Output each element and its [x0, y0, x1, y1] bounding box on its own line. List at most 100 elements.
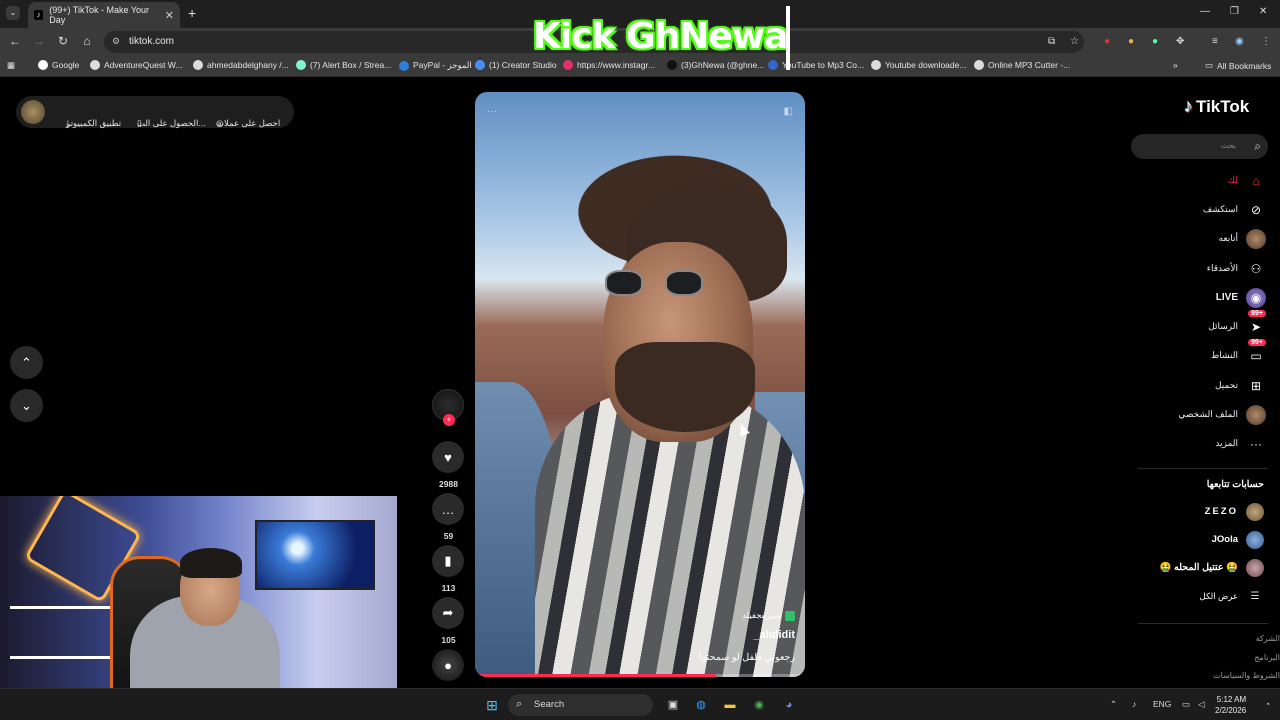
new-tab-button[interactable]: +	[188, 5, 196, 21]
video-progress-bar[interactable]	[475, 674, 805, 677]
follow-plus-icon[interactable]: +	[443, 414, 455, 426]
save-action[interactable]: ▮ 113	[432, 545, 465, 593]
sidebar-item-messages[interactable]: الرسائل ➤ 99+	[1140, 310, 1268, 338]
all-bookmarks[interactable]: ▭ All Bookmarks	[1205, 60, 1271, 71]
language-indicator[interactable]: ENG	[1153, 699, 1171, 709]
bookmark-alert-box[interactable]: (7) Alert Box / Strea...	[296, 60, 391, 70]
sidebar-divider	[1138, 468, 1268, 469]
sidebar-item-explore[interactable]: استكشف ⊘	[1140, 199, 1268, 221]
previous-video-button[interactable]: ⌃	[10, 346, 43, 379]
sidebar-item-friends[interactable]: الأصدقاء ⚇	[1140, 258, 1268, 280]
sidebar-item-activity[interactable]: النشاط ▭ 99+	[1140, 339, 1268, 367]
following-account-zezo[interactable]: ZEZO	[1140, 501, 1268, 523]
sidebar-item-upload[interactable]: تحميل ⊞	[1140, 375, 1268, 397]
bookmark-youtube-mp3[interactable]: YouTube to Mp3 Co...	[768, 60, 864, 70]
comment-action[interactable]: … 59	[432, 493, 465, 541]
extension-yellow-icon[interactable]: ●	[1128, 36, 1134, 47]
file-explorer-icon[interactable]: ▬	[721, 696, 739, 714]
music-disc[interactable]: ●	[432, 649, 465, 681]
extension-green-icon[interactable]: ●	[1152, 36, 1158, 47]
edge-icon[interactable]: ◍	[692, 696, 710, 714]
microphone-icon[interactable]: ♪	[1132, 699, 1136, 709]
footer-link-program[interactable]: البرنامج	[1254, 653, 1280, 662]
sidebar-item-more[interactable]: المزيد ···	[1140, 433, 1268, 455]
bookmark-instagram[interactable]: https://www.instagr...	[563, 60, 655, 70]
more-bookmarks-icon[interactable]: »	[1173, 60, 1178, 70]
video-player[interactable]: ··· ◧ سبرينجفيلد _alididit رجعوني طفل لو…	[475, 92, 805, 677]
bookmark-ahmedabdelghany[interactable]: ahmedabdelghany /...	[193, 60, 289, 70]
taskbar-search[interactable]: ⌕ Search	[508, 694, 653, 716]
following-account-3[interactable]: 🤮 عتتيل المحله 🤮	[1140, 557, 1268, 579]
minimize-icon[interactable]: —	[1200, 6, 1210, 17]
home-icon[interactable]: ⌂	[79, 34, 95, 48]
forward-icon[interactable]: →	[31, 34, 47, 48]
activity-badge: 99+	[1248, 339, 1266, 346]
share-icon[interactable]: ➦	[432, 597, 464, 629]
network-icon[interactable]: ▭	[1182, 699, 1190, 710]
sidebar-item-for-you[interactable]: لك ⌂	[1140, 170, 1268, 192]
video-more-icon[interactable]: ···	[487, 106, 497, 117]
bookmark-paypal[interactable]: PayPal - الموجز	[399, 60, 472, 71]
bookmark-ghnewa[interactable]: (3)GhNewa (@ghne...	[667, 60, 764, 70]
close-tab-icon[interactable]: ✕	[165, 9, 174, 22]
restore-icon[interactable]: ❐	[1230, 6, 1239, 17]
bookmark-creator-studio[interactable]: (1) Creator Studio	[475, 60, 557, 70]
media-controls-icon[interactable]: ≡	[1212, 36, 1218, 47]
video-progress-fill	[475, 674, 716, 677]
sidebar-item-following[interactable]: أتابعه	[1140, 228, 1268, 250]
music-disc-icon[interactable]: ●	[432, 649, 464, 681]
user-avatar[interactable]	[21, 100, 45, 124]
install-app-icon[interactable]: ⧉	[1048, 36, 1055, 47]
like-action[interactable]: ♥ 2988	[432, 441, 465, 489]
reload-icon[interactable]: ↻	[55, 34, 71, 48]
bookmark-mp3-cutter[interactable]: Online MP3 Cutter -...	[974, 60, 1070, 70]
following-accounts-title: حسابات تتابعها	[1206, 479, 1264, 490]
site-info-icon[interactable]: ⚙	[112, 36, 120, 47]
chrome-icon[interactable]: ◉	[750, 696, 768, 714]
search-input[interactable]: بحث ⌕	[1131, 134, 1268, 159]
globe-icon	[871, 60, 881, 70]
sidebar-item-profile[interactable]: الملف الشخصي	[1140, 404, 1268, 426]
extensions-puzzle-icon[interactable]: ✥	[1176, 36, 1184, 47]
creator-avatar[interactable]: +	[432, 389, 464, 426]
comment-icon[interactable]: …	[432, 493, 464, 525]
see-all-link[interactable]: عرض الكل ☰	[1140, 586, 1268, 608]
tray-overflow-icon[interactable]: ⌃	[1110, 699, 1117, 710]
location-icon	[785, 610, 795, 621]
bookmark-adventurequest[interactable]: AdventureQuest W...	[90, 60, 182, 70]
menu-kebab-icon[interactable]: ⋮	[1261, 36, 1271, 47]
streamer-hair	[180, 548, 242, 578]
tiktok-logo[interactable]: ♪ TikTok	[1184, 96, 1249, 117]
location-badge[interactable]: سبرينجفيلد	[742, 610, 795, 621]
notifications-icon[interactable]: ◔	[1265, 699, 1270, 709]
bookmark-google[interactable]: Google	[38, 60, 79, 70]
system-clock[interactable]: 5:12 AM 2/2/2026	[1215, 694, 1246, 716]
heart-icon[interactable]: ♥	[432, 441, 464, 473]
bookmark-star-icon[interactable]: ☆	[1070, 36, 1079, 47]
apps-grid-icon[interactable]: ▦	[7, 60, 15, 71]
window-close-icon[interactable]: ✕	[1259, 6, 1267, 17]
next-video-button[interactable]: ⌄	[10, 389, 43, 422]
discord-icon[interactable]: ◕	[780, 696, 798, 714]
tab-search-button[interactable]: ⌄	[6, 6, 20, 20]
footer-link-company[interactable]: الشركة	[1256, 634, 1280, 643]
download-icon: ⤓	[66, 118, 70, 128]
search-icon[interactable]: ⌕	[1254, 139, 1261, 154]
footer-link-terms[interactable]: الشروط والسياسات	[1213, 671, 1280, 680]
tab-tiktok[interactable]: ♪ (99+) TikTok - Make Your Day ✕	[28, 2, 180, 28]
profile-avatar-icon[interactable]: ◉	[1235, 36, 1244, 47]
volume-icon[interactable]: ◧	[784, 106, 793, 117]
following-account-joola[interactable]: JOola	[1140, 529, 1268, 551]
windows-start-icon[interactable]: ⊞	[483, 696, 501, 714]
bookmark-icon[interactable]: ▮	[432, 545, 464, 577]
video-author[interactable]: _alididit	[753, 629, 795, 641]
sidebar-item-live[interactable]: LIVE ◉	[1140, 287, 1268, 309]
task-view-icon[interactable]: ▣	[664, 696, 682, 714]
bookmark-youtube-downloader[interactable]: Youtube downloade...	[871, 60, 966, 70]
extension-red-icon[interactable]: ●	[1104, 36, 1110, 47]
share-action[interactable]: ➦ 105	[432, 597, 465, 645]
volume-icon[interactable]: ◁	[1198, 699, 1205, 710]
globe-icon	[90, 60, 100, 70]
avatar	[1246, 503, 1264, 521]
back-icon[interactable]: ←	[7, 34, 23, 48]
